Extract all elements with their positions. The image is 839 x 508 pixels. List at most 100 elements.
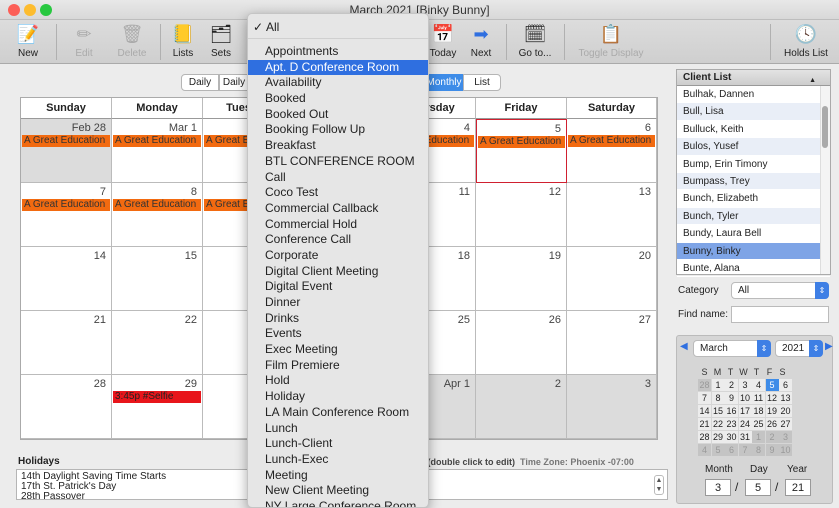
menu-item[interactable]: Booked Out [248,107,428,123]
calendar-day-cell[interactable]: Mar 1A Great Education [112,119,203,183]
menu-item[interactable]: Call [248,170,428,186]
menu-item[interactable]: Apt. D Conference Room [248,59,428,76]
client-list-item[interactable]: Bunch, Elizabeth [677,190,830,208]
mini-calendar-day[interactable]: 20 [779,405,792,417]
mini-calendar-day[interactable]: 9 [725,392,738,404]
calendar-day-cell[interactable]: 7A Great Education [21,183,112,247]
tab-list[interactable]: List [463,74,501,91]
client-list-item[interactable]: Bunny, Binky [677,242,830,260]
prev-month-arrow-icon[interactable]: ◀ [680,341,688,352]
mini-calendar-day[interactable]: 22 [711,418,725,430]
goto-button[interactable]: 🗓 Go to... [514,20,556,64]
mini-calendar-day[interactable]: 7 [738,444,752,456]
menu-item[interactable]: Meeting [248,468,428,484]
mini-calendar-day[interactable]: 10 [738,392,752,404]
mini-calendar-day[interactable]: 31 [738,431,752,443]
menu-item[interactable]: Film Premiere [248,358,428,374]
mini-calendar-day[interactable]: 18 [752,405,765,417]
event-great-education[interactable]: A Great Education [22,135,110,147]
mini-calendar-day[interactable]: 11 [752,392,765,404]
holds-list-button[interactable]: 🕓 Holds List [780,20,832,64]
calendar-day-cell[interactable]: 20 [567,247,657,311]
month-field[interactable]: 3 [705,479,731,496]
tab-daily[interactable]: Daily [181,74,219,91]
mini-calendar-day[interactable]: 12 [765,392,779,404]
mini-calendar-day[interactable]: 14 [698,405,711,417]
mini-calendar-day[interactable]: 9 [765,444,779,456]
client-list-header[interactable]: Client List ▲ [677,70,830,86]
client-list-item[interactable]: Bump, Erin Timony [677,156,830,173]
menu-item[interactable]: Exec Meeting [248,342,428,358]
menu-item[interactable]: Commercial Callback [248,201,428,217]
menu-item[interactable]: Lunch-Exec [248,452,428,468]
calendar-day-cell[interactable]: 14 [21,247,112,311]
day-field[interactable]: 5 [745,479,771,496]
today-button[interactable]: 📅 Today [428,20,458,64]
mini-calendar-day[interactable]: 27 [779,418,792,430]
find-name-input[interactable] [731,306,829,323]
mini-calendar-day[interactable]: 16 [725,405,738,417]
menu-item-all[interactable]: ✓ All [248,14,428,39]
mini-calendar-day[interactable]: 10 [779,444,792,456]
client-list-item[interactable]: Bulos, Yusef [677,138,830,156]
menu-item[interactable]: Drinks [248,311,428,327]
calendar-day-cell[interactable]: 21 [21,311,112,375]
menu-item[interactable]: Dinner [248,295,428,311]
mini-calendar-day[interactable]: 13 [779,392,792,404]
category-select[interactable]: All ⇕ [731,282,829,299]
mini-calendar-day[interactable]: 30 [725,431,738,443]
event-great-education[interactable]: A Great Education [22,199,110,211]
menu-item[interactable]: Availability [248,75,428,91]
next-month-arrow-icon[interactable]: ▶ [825,341,833,352]
client-list-item[interactable]: Bulhak, Dannen [677,86,830,104]
mini-calendar-day[interactable]: 17 [738,405,752,417]
calendar-day-cell[interactable]: 28 [21,375,112,439]
menu-item[interactable]: Appointments [248,44,428,60]
menu-item[interactable]: Lunch-Client [248,436,428,452]
client-list-item[interactable]: Bunch, Tyler [677,207,830,226]
mini-calendar-day[interactable]: 4 [698,444,711,456]
menu-item[interactable]: Booked [248,91,428,107]
mini-calendar-day[interactable]: 26 [765,418,779,430]
edit-button[interactable]: ✏ Edit [64,20,104,64]
mini-calendar-day[interactable]: 1 [711,379,725,391]
mini-calendar-day[interactable]: 5 [765,379,779,391]
mini-calendar-day[interactable]: 6 [725,444,738,456]
mini-calendar-day[interactable]: 15 [711,405,725,417]
menu-item[interactable]: Holiday [248,389,428,405]
calendar-day-cell[interactable]: 26 [476,311,567,375]
client-list-item[interactable]: Bunte, Alana [677,260,830,278]
toggle-display-button[interactable]: 📋 Toggle Display [574,20,648,64]
mini-calendar-day[interactable]: 21 [698,418,711,430]
menu-item[interactable]: BTL CONFERENCE ROOM [248,154,428,170]
calendar-day-cell[interactable]: 8A Great Education [112,183,203,247]
year-select[interactable]: 2021 ⇕ [775,340,823,357]
mini-calendar-day[interactable]: 2 [765,431,779,443]
mini-calendar-day[interactable]: 8 [711,392,725,404]
calendar-day-cell[interactable]: Feb 28 A Great Education [21,119,112,183]
mini-calendar-day[interactable]: 2 [725,379,738,391]
mini-calendar-day[interactable]: 28 [698,431,711,443]
calendar-day-cell[interactable]: 2 [476,375,567,439]
mini-calendar-day[interactable]: 24 [738,418,752,430]
menu-item[interactable]: Conference Call [248,232,428,248]
tab-daily-2[interactable]: Daily [219,74,249,91]
client-list-item[interactable]: Bulluck, Keith [677,121,830,139]
client-list-item[interactable]: Bull, Lisa [677,103,830,121]
menu-item[interactable]: NY Large Conference Room [248,499,428,507]
holidays-stepper[interactable]: ▲ ▼ [654,475,664,495]
lists-button[interactable]: 📒 Lists [166,20,200,64]
tab-monthly[interactable]: Monthly [425,74,463,91]
calendar-day-cell[interactable]: 22 [112,311,203,375]
event-great-education[interactable]: A Great Education [568,135,655,147]
delete-button[interactable]: 🗑 Delete [112,20,152,64]
menu-item[interactable]: LA Main Conference Room [248,405,428,421]
calendar-day-cell[interactable]: 19 [476,247,567,311]
new-button[interactable]: 📝 New [8,20,48,64]
calendar-day-cell[interactable]: 5A Great Education [476,119,567,183]
calendar-day-cell[interactable]: 29 3:45p #Selfie [112,375,203,439]
event-great-education[interactable]: A Great Education [113,199,201,211]
calendar-day-cell[interactable]: 6A Great Education [567,119,657,183]
calendar-day-cell[interactable]: 12 [476,183,567,247]
menu-item[interactable]: Commercial Hold [248,217,428,233]
